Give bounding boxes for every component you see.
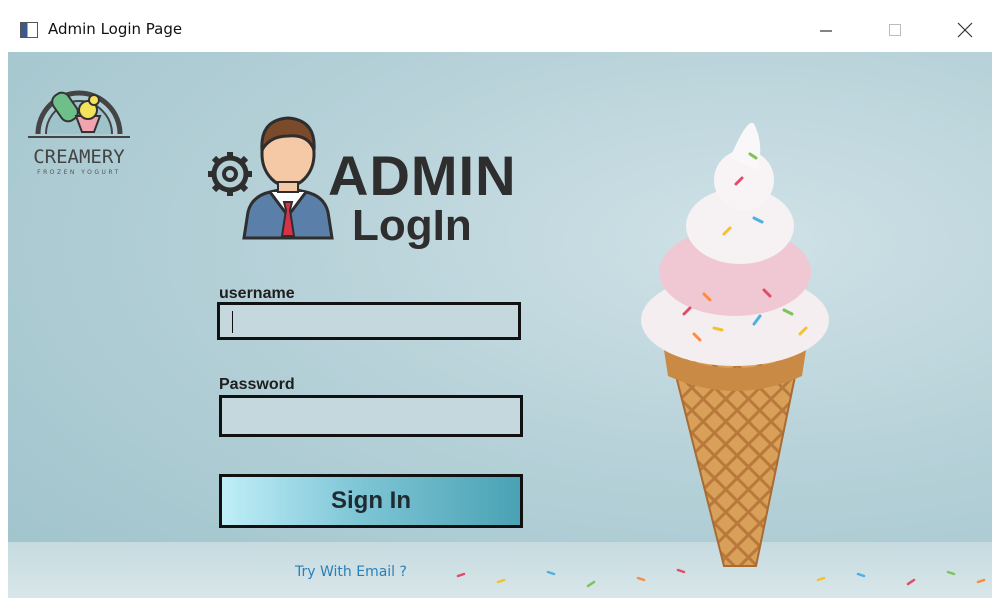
window-title: Admin Login Page <box>48 20 183 38</box>
logo-name: CREAMERY <box>33 146 125 168</box>
try-email-link[interactable]: Try With Email ? <box>295 564 407 580</box>
sprinkles-decoration <box>456 568 986 588</box>
minimize-button[interactable] <box>803 12 849 48</box>
title-bar: Admin Login Page <box>0 0 992 52</box>
app-window-icon <box>20 22 38 38</box>
close-icon <box>957 22 973 38</box>
sign-in-label: Sign In <box>331 487 411 514</box>
admin-title: ADMIN <box>328 144 517 207</box>
username-label: username <box>219 285 295 302</box>
maximize-button[interactable] <box>872 12 918 48</box>
maximize-icon <box>889 24 901 36</box>
close-button[interactable] <box>942 12 988 48</box>
admin-subtitle: LogIn <box>352 201 472 250</box>
ice-cream-cone-image <box>641 122 829 567</box>
text-cursor <box>232 311 233 333</box>
login-panel: CREAMERY FROZEN YOGURT ADMIN LogIn usern… <box>8 52 992 598</box>
username-field[interactable] <box>217 302 521 340</box>
gear-icon <box>208 152 252 196</box>
sign-in-button[interactable]: Sign In <box>219 474 523 528</box>
ice-cream-logo-icon <box>28 90 130 138</box>
logo-tagline: FROZEN YOGURT <box>37 169 121 176</box>
creamery-logo: CREAMERY FROZEN YOGURT <box>22 64 136 184</box>
password-input[interactable] <box>222 398 520 434</box>
minimize-icon <box>820 30 832 32</box>
username-input[interactable] <box>220 305 518 337</box>
password-label: Password <box>219 376 295 393</box>
password-field[interactable] <box>219 395 523 437</box>
